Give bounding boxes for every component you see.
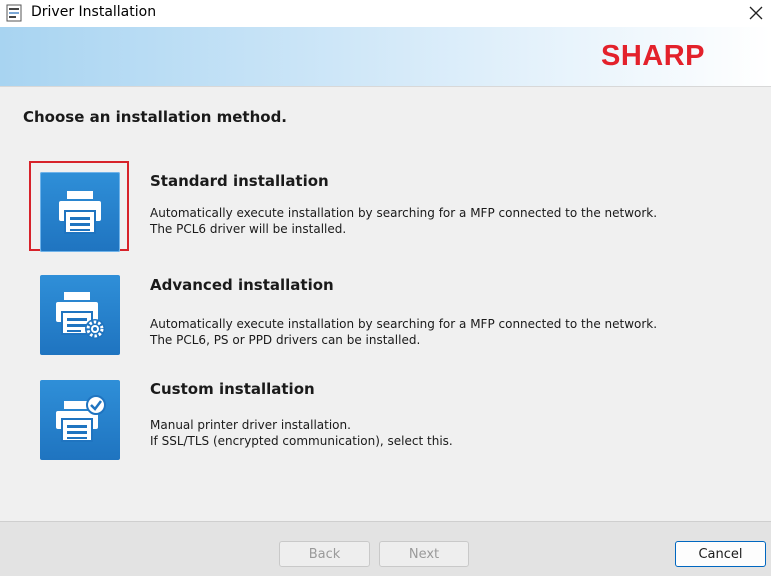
sharp-logo: SHARP	[601, 40, 706, 72]
printer-gear-icon	[52, 290, 108, 340]
option-desc-line: If SSL/TLS (encrypted communication), se…	[150, 434, 453, 448]
printer-icon	[55, 189, 105, 235]
option-description: Manual printer driver installation. If S…	[150, 417, 453, 449]
option-description: Automatically execute installation by se…	[150, 205, 657, 237]
next-button[interactable]: Next	[379, 541, 469, 567]
advanced-installation-button[interactable]	[40, 275, 120, 355]
standard-installation-button[interactable]	[40, 172, 120, 252]
custom-installation-button[interactable]	[40, 380, 120, 460]
title-bar: Driver Installation	[0, 0, 771, 27]
option-desc-line: Manual printer driver installation.	[150, 418, 351, 432]
option-title: Advanced installation	[150, 276, 334, 294]
option-description: Automatically execute installation by se…	[150, 316, 657, 348]
option-advanced-installation: Advanced installation Automatically exec…	[40, 275, 740, 357]
option-standard-installation: Standard installation Automatically exec…	[29, 161, 740, 254]
option-desc-line: Automatically execute installation by se…	[150, 206, 658, 220]
close-icon[interactable]	[744, 2, 768, 24]
cancel-button[interactable]: Cancel	[675, 541, 766, 567]
page-prompt: Choose an installation method.	[23, 108, 288, 126]
option-desc-line: The PCL6 driver will be installed.	[150, 222, 347, 236]
printer-check-icon	[52, 395, 108, 445]
option-desc-line: Automatically execute installation by se…	[150, 317, 658, 331]
option-title: Custom installation	[150, 380, 315, 398]
option-title: Standard installation	[150, 172, 329, 190]
option-custom-installation: Custom installation Manual printer drive…	[40, 380, 740, 462]
header-banner: SHARP	[0, 27, 771, 87]
footer-bar: Back Next Cancel	[0, 521, 771, 576]
option-desc-line: The PCL6, PS or PPD drivers can be insta…	[150, 333, 421, 347]
window-title: Driver Installation	[31, 4, 157, 20]
installer-app-icon	[6, 4, 22, 22]
back-button[interactable]: Back	[279, 541, 370, 567]
